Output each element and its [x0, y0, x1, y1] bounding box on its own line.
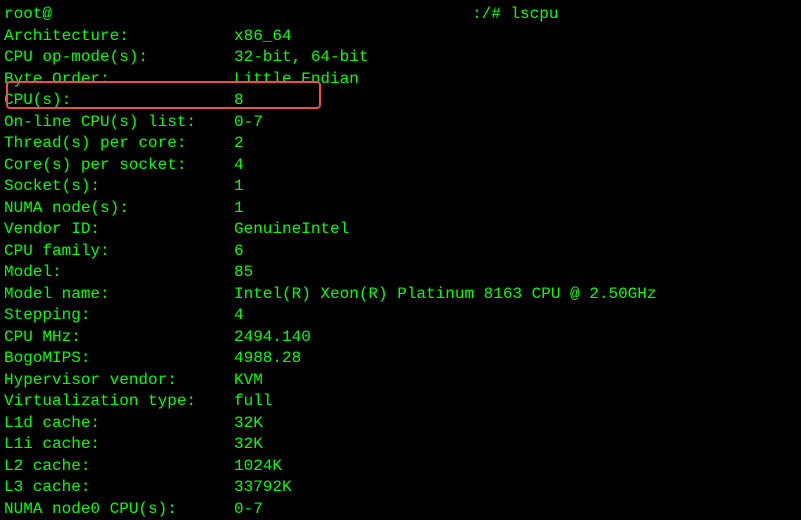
- row-value: 85: [234, 262, 253, 284]
- row-label: L2 cache:: [4, 456, 234, 478]
- row-label: CPU MHz:: [4, 327, 234, 349]
- row-value: 4: [234, 155, 244, 177]
- prompt-user: root: [4, 4, 42, 26]
- output-row: L3 cache:33792K: [4, 477, 797, 499]
- prompt-path: :/#: [472, 4, 510, 26]
- row-label: Thread(s) per core:: [4, 133, 234, 155]
- output-row: L1d cache:32K: [4, 413, 797, 435]
- terminal-window[interactable]: root@ :/# lscpu Architecture:x86_64CPU op…: [4, 4, 797, 511]
- output-row: CPU(s):8: [4, 90, 797, 112]
- row-label: CPU(s):: [4, 90, 234, 112]
- row-label: Vendor ID:: [4, 219, 234, 241]
- row-label: CPU family:: [4, 241, 234, 263]
- row-label: CPU op-mode(s):: [4, 47, 234, 69]
- row-value: 6: [234, 241, 244, 263]
- output-row: Stepping:4: [4, 305, 797, 327]
- row-label: Model:: [4, 262, 234, 284]
- prompt-at: @: [42, 4, 52, 26]
- output-row: Hypervisor vendor:KVM: [4, 370, 797, 392]
- row-value: 32K: [234, 413, 263, 435]
- output-row: Architecture:x86_64: [4, 26, 797, 48]
- row-value: 0-7: [234, 112, 263, 134]
- output-row: CPU MHz:2494.140: [4, 327, 797, 349]
- output-row: Byte Order:Little Endian: [4, 69, 797, 91]
- row-value: Intel(R) Xeon(R) Platinum 8163 CPU @ 2.5…: [234, 284, 656, 306]
- row-label: BogoMIPS:: [4, 348, 234, 370]
- row-label: On-line CPU(s) list:: [4, 112, 234, 134]
- row-value: 2: [234, 133, 244, 155]
- row-label: Hypervisor vendor:: [4, 370, 234, 392]
- row-label: NUMA node(s):: [4, 198, 234, 220]
- row-value: 0-7: [234, 499, 263, 520]
- row-value: 1024K: [234, 456, 282, 478]
- row-value: full: [234, 391, 272, 413]
- row-value: 1: [234, 198, 244, 220]
- row-label: Virtualization type:: [4, 391, 234, 413]
- output-row: Model name:Intel(R) Xeon(R) Platinum 816…: [4, 284, 797, 306]
- output-row: Virtualization type:full: [4, 391, 797, 413]
- row-label: Core(s) per socket:: [4, 155, 234, 177]
- row-label: L3 cache:: [4, 477, 234, 499]
- row-value: 1: [234, 176, 244, 198]
- output-row: Vendor ID:GenuineIntel: [4, 219, 797, 241]
- output-row: On-line CPU(s) list:0-7: [4, 112, 797, 134]
- output-row: NUMA node0 CPU(s):0-7: [4, 499, 797, 520]
- row-label: Socket(s):: [4, 176, 234, 198]
- output-row: Socket(s):1: [4, 176, 797, 198]
- output-row: L1i cache:32K: [4, 434, 797, 456]
- redacted-hostname-1: [52, 4, 172, 22]
- row-value: KVM: [234, 370, 263, 392]
- redacted-hostname-2: [172, 4, 292, 22]
- row-label: Model name:: [4, 284, 234, 306]
- output-row: CPU op-mode(s):32-bit, 64-bit: [4, 47, 797, 69]
- output-row: Model:85: [4, 262, 797, 284]
- row-value: x86_64: [234, 26, 292, 48]
- row-value: 8: [234, 90, 244, 112]
- row-value: 32-bit, 64-bit: [234, 47, 368, 69]
- output-row: Core(s) per socket:4: [4, 155, 797, 177]
- row-value: Little Endian: [234, 69, 359, 91]
- output-row: Thread(s) per core:2: [4, 133, 797, 155]
- row-label: Architecture:: [4, 26, 234, 48]
- row-value: GenuineIntel: [234, 219, 349, 241]
- row-label: NUMA node0 CPU(s):: [4, 499, 234, 520]
- output-row: BogoMIPS:4988.28: [4, 348, 797, 370]
- lscpu-output: Architecture:x86_64CPU op-mode(s):32-bit…: [4, 26, 797, 520]
- row-value: 4988.28: [234, 348, 301, 370]
- prompt-line: root@ :/# lscpu: [4, 4, 797, 26]
- row-value: 32K: [234, 434, 263, 456]
- row-label: Stepping:: [4, 305, 234, 327]
- row-value: 33792K: [234, 477, 292, 499]
- row-value: 2494.140: [234, 327, 311, 349]
- output-row: NUMA node(s):1: [4, 198, 797, 220]
- row-label: L1i cache:: [4, 434, 234, 456]
- output-row: CPU family:6: [4, 241, 797, 263]
- prompt-command: lscpu: [510, 4, 558, 26]
- row-label: Byte Order:: [4, 69, 234, 91]
- output-row: L2 cache:1024K: [4, 456, 797, 478]
- row-value: 4: [234, 305, 244, 327]
- row-label: L1d cache:: [4, 413, 234, 435]
